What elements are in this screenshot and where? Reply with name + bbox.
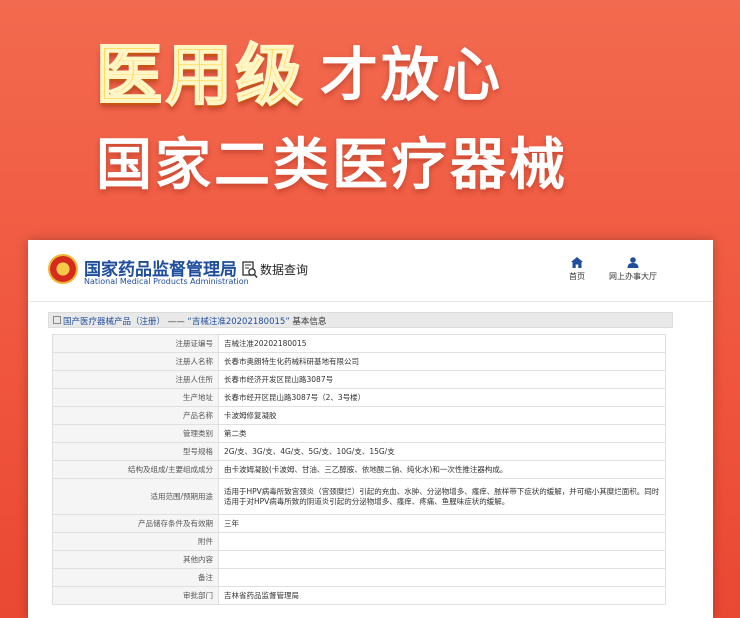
table-row: 管理类别 第二类 bbox=[52, 424, 666, 443]
breadcrumb-record: “吉械注准20202180015” bbox=[187, 317, 290, 327]
row-label: 其他内容 bbox=[52, 550, 219, 569]
agency-name-en: National Medical Products Administration bbox=[84, 277, 249, 286]
subline-text: 国家二类医疗器械 bbox=[96, 133, 568, 198]
row-value: 吉械注准20202180015 bbox=[218, 334, 666, 353]
row-label: 附件 bbox=[52, 532, 219, 551]
table-row: 生产地址 长春市经开区昆山路3087号（2、3号楼） bbox=[52, 388, 666, 407]
headline: 医用级 才放心 bbox=[95, 22, 504, 118]
row-label: 结构及组成/主要组成成分 bbox=[52, 460, 219, 479]
row-label: 生产地址 bbox=[52, 388, 219, 407]
row-value: 长春市经开区昆山路3087号（2、3号楼） bbox=[218, 388, 666, 407]
record-info-table: 注册证编号 吉械注准20202180015 注册人名称 长春市奥朗特生化药械科研… bbox=[52, 334, 666, 605]
row-value: 三年 bbox=[218, 514, 666, 533]
table-row: 附件 bbox=[52, 532, 666, 551]
breadcrumb: 国产医疗器械产品（注册） —— “吉械注准20202180015” 基本信息 bbox=[48, 312, 673, 328]
row-value: 第二类 bbox=[218, 424, 666, 443]
table-row: 适用范围/预期用途 适用于HPV病毒所致宫颈炎（宫颈糜烂）引起的充血、水肿、分泌… bbox=[52, 478, 666, 515]
row-label: 审批部门 bbox=[52, 586, 219, 605]
breadcrumb-section[interactable]: 国产医疗器械产品（注册） bbox=[63, 317, 165, 327]
table-row: 产品名称 卡波姆修复凝胶 bbox=[52, 406, 666, 425]
row-label: 注册证编号 bbox=[52, 334, 219, 353]
data-query-link[interactable]: 数据查询 bbox=[260, 261, 308, 278]
table-row: 审批部门 吉林省药品监督管理局 bbox=[52, 586, 666, 605]
data-query-icon[interactable] bbox=[242, 261, 258, 279]
breadcrumb-text: 国产医疗器械产品（注册） —— “吉械注准20202180015” 基本信息 bbox=[63, 315, 326, 327]
nav-online-hall-label: 网上办事大厅 bbox=[609, 272, 657, 281]
row-value bbox=[218, 550, 666, 569]
table-row: 其他内容 bbox=[52, 550, 666, 569]
user-icon bbox=[627, 257, 639, 268]
row-value: 吉林省药品监督管理局 bbox=[218, 586, 666, 605]
row-value bbox=[218, 568, 666, 587]
national-emblem-icon bbox=[48, 254, 78, 284]
headline-gold-text: 医用级 bbox=[95, 36, 306, 115]
breadcrumb-suffix: 基本信息 bbox=[292, 317, 327, 327]
row-value bbox=[218, 532, 666, 551]
headline-white-text: 才放心 bbox=[320, 41, 504, 109]
row-label: 产品储存条件及有效期 bbox=[52, 514, 219, 533]
table-row: 注册人住所 长春市经济开发区昆山路3087号 bbox=[52, 370, 666, 389]
table-row: 注册人名称 长春市奥朗特生化药械科研基地有限公司 bbox=[52, 352, 666, 371]
row-label: 注册人名称 bbox=[52, 352, 219, 371]
document-icon bbox=[53, 316, 61, 324]
row-value: 长春市经济开发区昆山路3087号 bbox=[218, 370, 666, 389]
table-row: 备注 bbox=[52, 568, 666, 587]
row-value: 2G/支、3G/支、4G/支、5G/支、10G/支、15G/支 bbox=[218, 442, 666, 461]
nmpa-website-screenshot: 国家药品监督管理局 National Medical Products Admi… bbox=[28, 240, 713, 618]
breadcrumb-separator: —— bbox=[167, 317, 185, 327]
row-label: 管理类别 bbox=[52, 424, 219, 443]
row-label: 产品名称 bbox=[52, 406, 219, 425]
home-icon bbox=[571, 257, 583, 268]
table-row: 产品储存条件及有效期 三年 bbox=[52, 514, 666, 533]
table-row: 型号规格 2G/支、3G/支、4G/支、5G/支、10G/支、15G/支 bbox=[52, 442, 666, 461]
row-value: 适用于HPV病毒所致宫颈炎（宫颈糜烂）引起的充血、水肿、分泌物增多、瘙痒、脓样带… bbox=[218, 478, 666, 515]
promo-banner: 医用级 才放心 国家二类医疗器械 bbox=[0, 0, 740, 240]
nav-home[interactable]: 首页 bbox=[562, 257, 592, 282]
nav-home-label: 首页 bbox=[569, 272, 585, 281]
row-label: 备注 bbox=[52, 568, 219, 587]
site-header: 国家药品监督管理局 National Medical Products Admi… bbox=[28, 240, 713, 302]
row-value: 卡波姆修复凝胶 bbox=[218, 406, 666, 425]
table-row: 注册证编号 吉械注准20202180015 bbox=[52, 334, 666, 353]
table-row: 结构及组成/主要组成成分 由卡波姆凝胶(卡波姆、甘油、三乙醇胺、依地酸二钠、纯化… bbox=[52, 460, 666, 479]
row-label: 适用范围/预期用途 bbox=[52, 478, 219, 515]
row-label: 注册人住所 bbox=[52, 370, 219, 389]
row-label: 型号规格 bbox=[52, 442, 219, 461]
nav-online-hall[interactable]: 网上办事大厅 bbox=[603, 257, 663, 282]
row-value: 长春市奥朗特生化药械科研基地有限公司 bbox=[218, 352, 666, 371]
row-value: 由卡波姆凝胶(卡波姆、甘油、三乙醇胺、依地酸二钠、纯化水)和一次性推注器构成。 bbox=[218, 460, 666, 479]
